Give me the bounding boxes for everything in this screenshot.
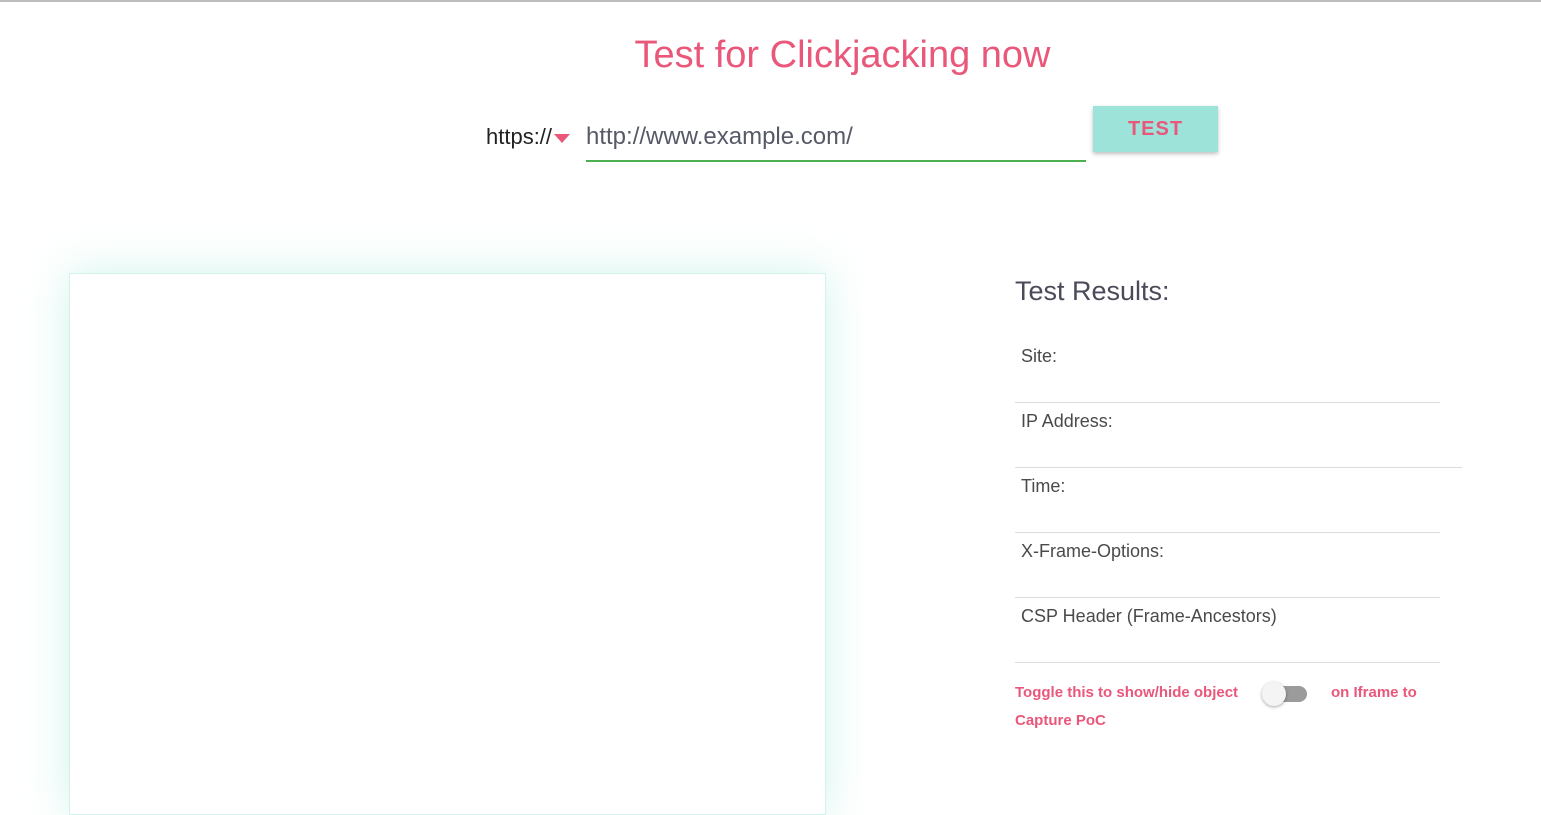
result-row-csp-header: CSP Header (Frame-Ancestors) [1015, 598, 1440, 663]
result-label-csp-header: CSP Header (Frame-Ancestors) [1021, 606, 1277, 626]
result-label-site: Site: [1021, 346, 1058, 366]
test-button[interactable]: TEST [1093, 106, 1218, 152]
toggle-knob [1262, 682, 1286, 706]
result-row-time: Time: [1015, 468, 1440, 533]
show-object-toggle[interactable] [1262, 681, 1308, 707]
result-row-site: Site: [1015, 338, 1440, 403]
result-label-time: Time: [1021, 476, 1066, 496]
result-label-ip-address: IP Address: [1021, 411, 1113, 431]
result-label-x-frame-options: X-Frame-Options: [1021, 541, 1165, 561]
caret-down-icon [554, 133, 571, 143]
toggle-description-line2: Capture PoC [1015, 712, 1106, 729]
page-title: Test for Clickjacking now [634, 34, 1051, 76]
result-row-ip-address: IP Address: [1015, 403, 1462, 468]
result-row-x-frame-options: X-Frame-Options: [1015, 533, 1440, 598]
protocol-label: https:// [486, 124, 553, 149]
iframe-preview [69, 273, 826, 815]
url-input[interactable] [586, 114, 1086, 162]
toggle-description-continued: on Iframe to [1331, 684, 1417, 701]
top-border [0, 0, 1541, 2]
toggle-description: Toggle this to show/hide object [1015, 684, 1239, 701]
results-title: Test Results: [1015, 276, 1170, 306]
protocol-select[interactable]: https:// [486, 124, 571, 150]
